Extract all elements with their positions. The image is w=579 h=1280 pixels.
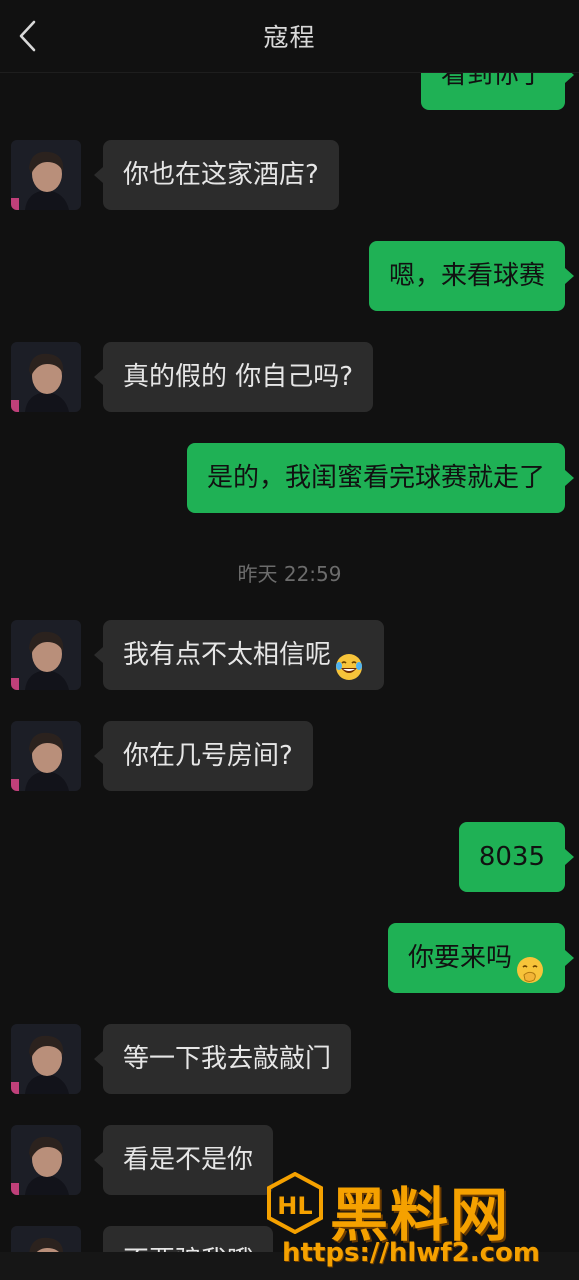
watermark: HL 黑料网 https://hlwf2.com — [262, 1168, 572, 1278]
chat-header: 寇程 — [0, 0, 579, 73]
message-bubble-outgoing[interactable]: 嗯，来看球赛 — [368, 241, 575, 311]
message-text: 嗯，来看球赛 — [388, 261, 545, 291]
laughing-tears-emoji-icon — [334, 639, 364, 680]
message-text: 你也在这家酒店? — [123, 160, 319, 190]
message-bubble-incoming[interactable]: 我有点不太相信呢 — [93, 620, 385, 690]
message-text: 等一下我去敲敲门 — [123, 1044, 332, 1074]
contact-avatar[interactable] — [11, 140, 81, 210]
contact-avatar[interactable] — [11, 721, 81, 791]
message-text: 看是不是你 — [123, 1145, 254, 1175]
hl-logo-icon: HL — [267, 1172, 323, 1234]
hand-over-mouth-emoji-icon — [515, 942, 545, 983]
message-bubble-outgoing[interactable]: 你要来吗 — [387, 923, 575, 993]
chat-title: 寇程 — [263, 23, 316, 52]
message-bubble-incoming[interactable]: 看是不是你 — [93, 1125, 274, 1195]
contact-avatar[interactable] — [11, 342, 81, 412]
contact-avatar[interactable] — [11, 1125, 81, 1195]
contact-avatar[interactable] — [11, 620, 81, 690]
message-text: 我有点不太相信呢 — [123, 640, 332, 670]
message-text: 你要来吗 — [407, 943, 512, 973]
message-text: 是的，我闺蜜看完球赛就走了 — [206, 463, 545, 493]
watermark-url: https://hlwf2.com — [282, 1238, 540, 1268]
message-bubble-incoming[interactable]: 你也在这家酒店? — [94, 140, 339, 210]
message-bubble-incoming[interactable]: 你在几号房间? — [94, 721, 313, 791]
message-text: 你在几号房间? — [123, 741, 293, 771]
message-bubble-outgoing[interactable]: 8035 — [458, 822, 575, 892]
contact-avatar[interactable] — [11, 1024, 81, 1094]
message-text: 真的假的 你自己吗? — [123, 362, 354, 392]
message-bubble-outgoing[interactable]: 是的，我闺蜜看完球赛就走了 — [186, 443, 575, 513]
message-bubble-incoming[interactable]: 真的假的 你自己吗? — [93, 342, 374, 412]
message-bubble-incoming[interactable]: 等一下我去敲敲门 — [93, 1024, 352, 1094]
svg-text:HL: HL — [277, 1192, 312, 1220]
chat-screen: 看到你了 寇程 你也在这家酒店? 嗯，来看球赛 真的假的 你自己吗? 是的，我闺… — [0, 0, 579, 1280]
message-timestamp: 昨天 22:59 — [237, 562, 342, 586]
message-text: 8035 — [478, 842, 545, 872]
